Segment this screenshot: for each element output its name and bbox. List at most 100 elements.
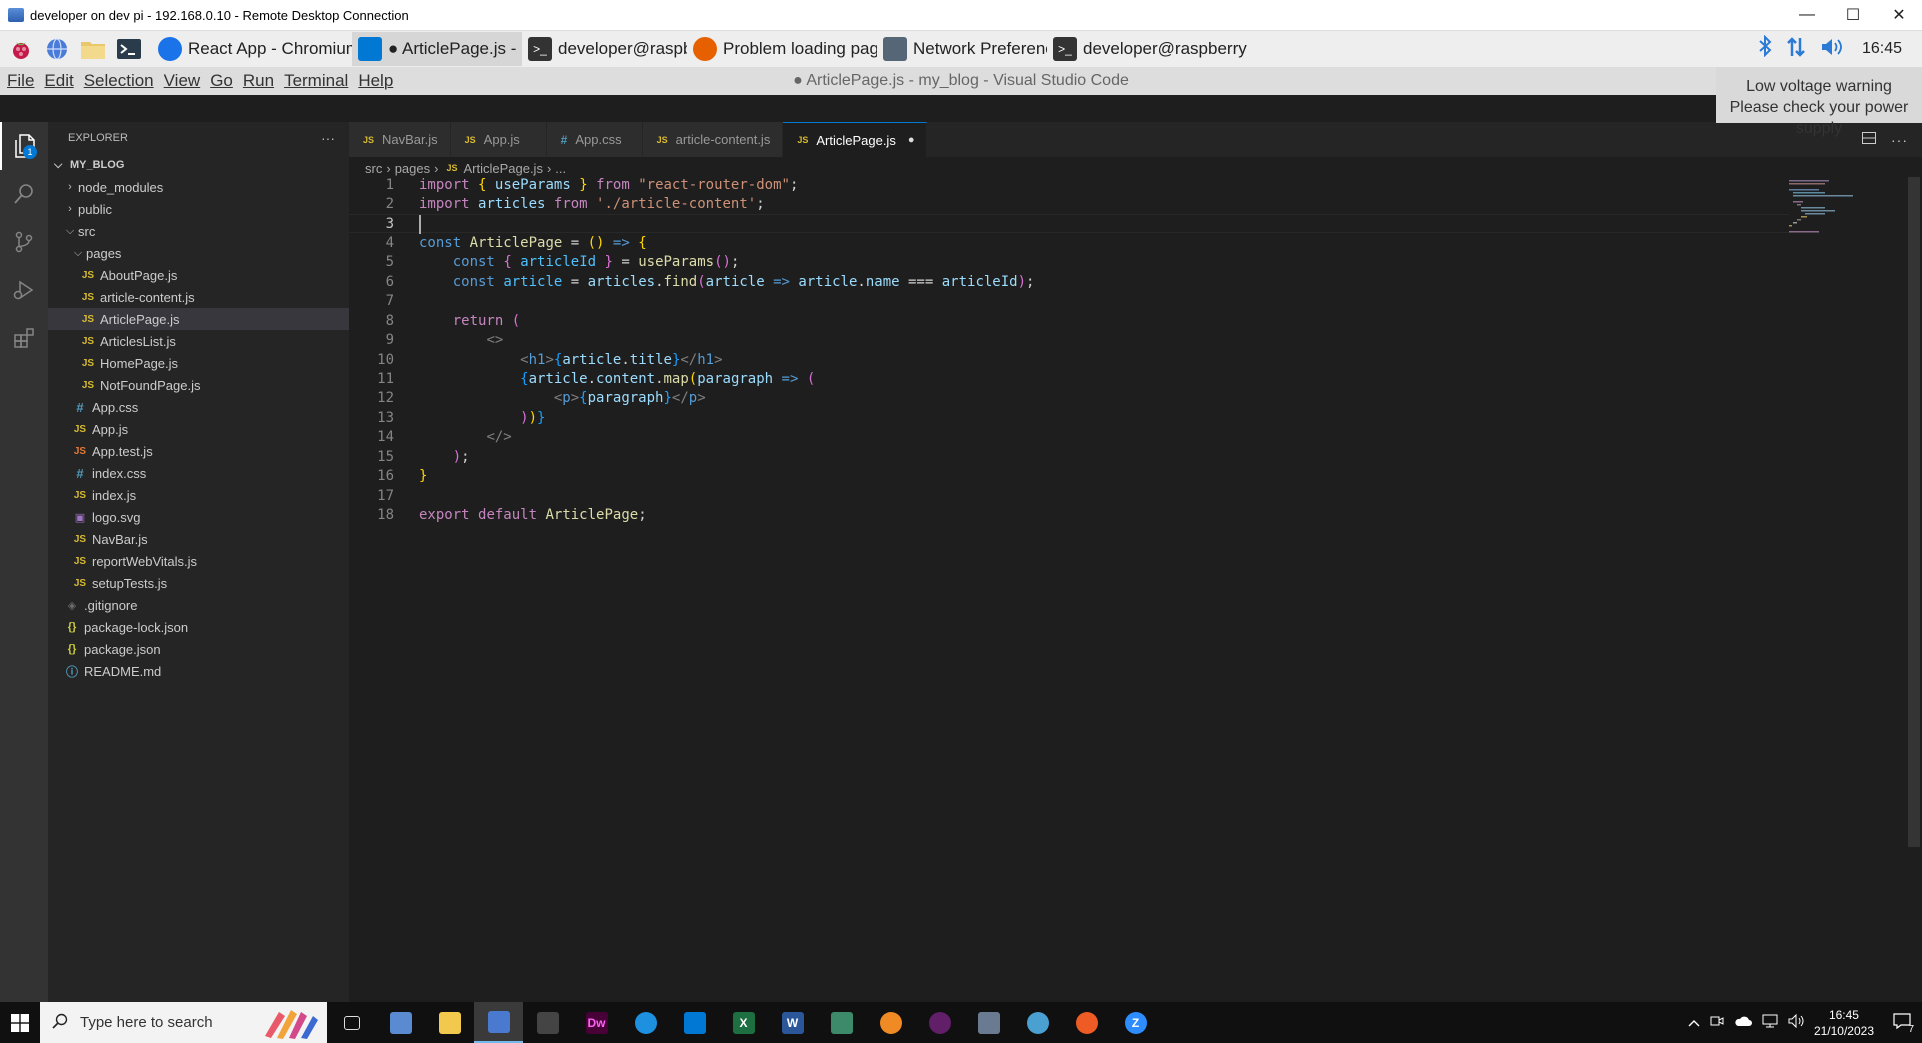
breadcrumb-src[interactable]: src: [365, 161, 382, 176]
file-item[interactable]: JS App.js: [48, 418, 349, 440]
onedrive-icon[interactable]: [1734, 1015, 1752, 1030]
minimap[interactable]: [1789, 177, 1909, 257]
zoom-icon[interactable]: Z: [1111, 1002, 1160, 1043]
taskbar-clock[interactable]: 16:45 21/10/2023: [1814, 1007, 1874, 1039]
code-line[interactable]: 14 </>: [349, 428, 1789, 447]
pi-task-5[interactable]: >_ developer@raspberry...: [1047, 32, 1247, 66]
file-item[interactable]: # App.css: [48, 396, 349, 418]
code-line[interactable]: 12 <p>{paragraph}</p>: [349, 389, 1789, 408]
code-line[interactable]: 5 const { articleId } = useParams();: [349, 253, 1789, 272]
menu-edit[interactable]: Edit: [39, 71, 78, 91]
remote-desktop-icon[interactable]: [376, 1002, 425, 1043]
tab-article-content-js[interactable]: JS article-content.js: [642, 122, 784, 157]
code-line[interactable]: 7: [349, 292, 1789, 311]
taskbar-search-input[interactable]: Type here to search: [40, 1002, 327, 1043]
pi-task-4[interactable]: Network Preferences: [877, 32, 1047, 66]
network-activity-icon[interactable]: [1786, 36, 1806, 63]
menu-go[interactable]: Go: [205, 71, 238, 91]
folder-pages[interactable]: ⌵ pages: [48, 242, 349, 264]
tab-articlepage-js[interactable]: JS ArticlePage.js ●: [783, 122, 928, 157]
maximize-button[interactable]: ☐: [1830, 0, 1876, 30]
pi-task-2[interactable]: >_ developer@raspberry...: [522, 32, 687, 66]
chevron-up-icon[interactable]: [1688, 1016, 1700, 1030]
tab-navbar-js[interactable]: JS NavBar.js: [349, 122, 451, 157]
file-explorer-icon[interactable]: [425, 1002, 474, 1043]
web-browser-icon[interactable]: [42, 35, 72, 63]
menu-run[interactable]: Run: [238, 71, 279, 91]
slack-icon[interactable]: [915, 1002, 964, 1043]
unsaved-dot-icon[interactable]: ●: [908, 134, 915, 146]
file-item[interactable]: JS ArticlePage.js: [48, 308, 349, 330]
menu-help[interactable]: Help: [353, 71, 398, 91]
workspace-root[interactable]: ⌵ MY_BLOG: [48, 154, 349, 176]
source-control-icon[interactable]: [0, 218, 48, 266]
pi-task-0[interactable]: React App - Chromium: [152, 32, 352, 66]
menu-file[interactable]: File: [2, 71, 39, 91]
file-item[interactable]: ▣ logo.svg: [48, 506, 349, 528]
raspberry-menu-icon[interactable]: [6, 35, 36, 63]
menu-view[interactable]: View: [159, 71, 206, 91]
file-item[interactable]: ◈ .gitignore: [48, 594, 349, 616]
file-item[interactable]: # index.css: [48, 462, 349, 484]
minimize-button[interactable]: —: [1784, 0, 1830, 30]
network-tray-icon[interactable]: [1762, 1014, 1778, 1031]
pi-task-3[interactable]: Problem loading pag...: [687, 32, 877, 66]
folder-src[interactable]: ⌵ src: [48, 220, 349, 242]
tab-app-css[interactable]: # App.css: [546, 122, 643, 157]
postman-icon[interactable]: [1062, 1002, 1111, 1043]
code-line[interactable]: 11 {article.content.map(paragraph => (: [349, 370, 1789, 389]
code-line[interactable]: 15 );: [349, 448, 1789, 467]
menu-terminal[interactable]: Terminal: [279, 71, 353, 91]
code-line[interactable]: 4 const ArticlePage = () => {: [349, 234, 1789, 253]
remote-app-icon[interactable]: [964, 1002, 1013, 1043]
code-line[interactable]: 8 return (: [349, 312, 1789, 331]
file-item[interactable]: JS NavBar.js: [48, 528, 349, 550]
code-line[interactable]: 6 const article = articles.find(article …: [349, 273, 1789, 292]
close-button[interactable]: ✕: [1876, 0, 1922, 30]
dreamweaver-icon[interactable]: Dw: [572, 1002, 621, 1043]
task-view-icon[interactable]: [327, 1002, 376, 1043]
rdp-active-icon[interactable]: [474, 1002, 523, 1043]
word-icon[interactable]: W: [768, 1002, 817, 1043]
menu-selection[interactable]: Selection: [79, 71, 159, 91]
breadcrumb-file[interactable]: ArticlePage.js: [463, 161, 542, 176]
file-item[interactable]: JS App.test.js: [48, 440, 349, 462]
search-icon[interactable]: [0, 170, 48, 218]
file-item[interactable]: JS article-content.js: [48, 286, 349, 308]
file-manager-icon[interactable]: [78, 35, 108, 63]
file-item[interactable]: JS HomePage.js: [48, 352, 349, 374]
code-line[interactable]: 2 import articles from './article-content…: [349, 195, 1789, 214]
notification-center-icon[interactable]: 7: [1892, 1012, 1914, 1035]
breadcrumb-symbol[interactable]: ...: [555, 161, 566, 176]
code-editor[interactable]: 1 import { useParams } from "react-router…: [349, 177, 1922, 1002]
file-item[interactable]: JS index.js: [48, 484, 349, 506]
app-orange-icon[interactable]: [866, 1002, 915, 1043]
pi-task-1[interactable]: ● ArticlePage.js - my...: [352, 32, 522, 66]
file-item[interactable]: {} package.json: [48, 638, 349, 660]
explorer-more-icon[interactable]: ···: [321, 130, 335, 146]
windows-start-icon[interactable]: [0, 1002, 40, 1043]
tab-app-js[interactable]: JS App.js: [450, 122, 547, 157]
code-line[interactable]: 3: [349, 214, 1789, 235]
breadcrumb-pages[interactable]: pages: [395, 161, 430, 176]
edge-icon[interactable]: [621, 1002, 670, 1043]
terminal-launcher-icon[interactable]: [114, 35, 144, 63]
code-line[interactable]: 13 ))}: [349, 409, 1789, 428]
folder-public[interactable]: › public: [48, 198, 349, 220]
file-item[interactable]: ⓘ README.md: [48, 660, 349, 682]
excel-icon[interactable]: X: [719, 1002, 768, 1043]
meet-now-icon[interactable]: [1710, 1015, 1724, 1030]
file-item[interactable]: JS reportWebVitals.js: [48, 550, 349, 572]
extensions-icon[interactable]: [0, 314, 48, 362]
folder-node_modules[interactable]: › node_modules: [48, 176, 349, 198]
code-line[interactable]: 16}: [349, 467, 1789, 486]
code-line[interactable]: 1 import { useParams } from "react-router…: [349, 176, 1789, 195]
network-icon[interactable]: [817, 1002, 866, 1043]
paint-icon[interactable]: [1013, 1002, 1062, 1043]
terminal-icon[interactable]: [523, 1002, 572, 1043]
volume-icon[interactable]: [1820, 36, 1844, 63]
bluetooth-icon[interactable]: [1758, 34, 1772, 63]
code-line[interactable]: 18 export default ArticlePage;: [349, 506, 1789, 525]
vscode-icon[interactable]: [670, 1002, 719, 1043]
explorer-icon[interactable]: 1: [0, 122, 48, 170]
